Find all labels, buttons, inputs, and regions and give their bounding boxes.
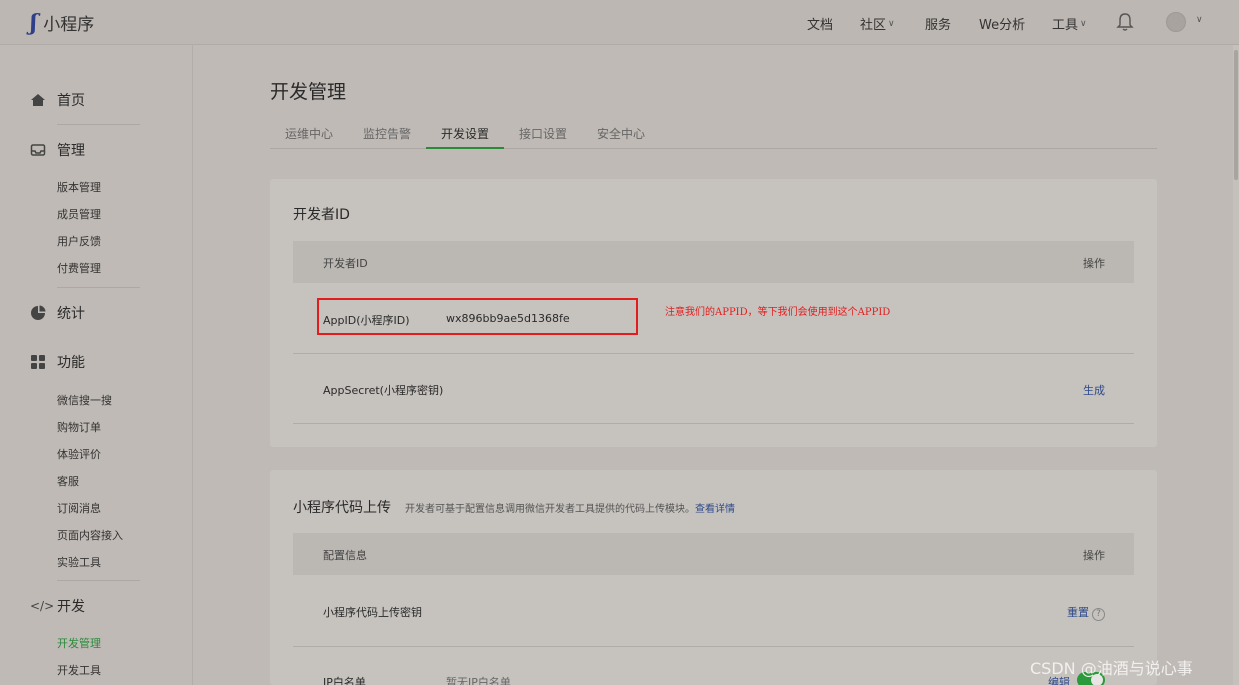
sidebar-item-members[interactable]: 成员管理	[57, 206, 101, 222]
tab-ops-center[interactable]: 运维中心	[285, 125, 333, 142]
home-icon	[31, 94, 45, 106]
pie-chart-icon	[31, 305, 46, 320]
tab-bar: 运维中心 监控告警 开发设置 接口设置 安全中心	[270, 117, 1157, 149]
divider	[293, 423, 1134, 424]
sidebar-item-version[interactable]: 版本管理	[57, 179, 101, 195]
sidebar-item-dev[interactable]: </> 开发	[30, 596, 85, 616]
sidebar-item-label: 首页	[57, 93, 85, 109]
sidebar-item-page-content[interactable]: 页面内容接入	[57, 527, 123, 543]
tab-api-settings[interactable]: 接口设置	[519, 125, 567, 142]
ip-whitelist-value: 暂无IP白名单	[446, 676, 511, 685]
sidebar-item-features[interactable]: 功能	[30, 352, 85, 372]
help-icon[interactable]: ?	[1092, 608, 1105, 621]
sidebar-item-dev-tools[interactable]: 开发工具	[57, 662, 101, 678]
chevron-down-icon: ∨	[1080, 18, 1087, 29]
sidebar-item-customer-service[interactable]: 客服	[57, 473, 79, 489]
appsecret-label: AppSecret(小程序密钥)	[323, 384, 444, 397]
sidebar-item-label: 功能	[57, 355, 85, 371]
nav-community[interactable]: 社区 ∨	[860, 14, 895, 33]
bell-icon[interactable]	[1116, 12, 1134, 32]
view-details-link[interactable]: 查看详情	[695, 504, 735, 515]
nav-services[interactable]: 服务	[925, 14, 951, 33]
chevron-down-icon: ∨	[888, 18, 895, 29]
table-header: 配置信息 操作	[293, 533, 1134, 575]
nav-we-analysis[interactable]: We分析	[979, 14, 1025, 33]
table-header: 开发者ID 操作	[293, 241, 1134, 283]
sidebar-item-dev-manage[interactable]: 开发管理	[57, 635, 101, 651]
column-header: 配置信息	[323, 549, 367, 562]
nav-tools[interactable]: 工具 ∨	[1052, 14, 1087, 33]
scrollbar-thumb[interactable]	[1234, 50, 1238, 180]
sidebar-item-orders[interactable]: 购物订单	[57, 419, 101, 435]
tab-security-center[interactable]: 安全中心	[597, 125, 645, 142]
appid-highlight-box	[317, 298, 638, 335]
sidebar-item-experiments[interactable]: 实验工具	[57, 554, 101, 570]
reset-label: 重置	[1067, 606, 1089, 619]
nav-community-label: 社区	[860, 18, 887, 33]
card-title-row: 小程序代码上传 开发者可基于配置信息调用微信开发者工具提供的代码上传模块。查看详情	[293, 497, 735, 517]
reset-key-link[interactable]: 重置?	[1067, 604, 1105, 621]
avatar[interactable]	[1166, 12, 1186, 32]
sidebar-item-label: 统计	[57, 306, 85, 322]
divider	[57, 580, 140, 581]
sidebar: 首页 管理 版本管理 成员管理 用户反馈 付费管理 统计 功能 微信搜一搜 购物…	[0, 45, 193, 685]
ip-whitelist-label: IP白名单	[323, 676, 366, 685]
nav-docs[interactable]: 文档	[807, 14, 833, 33]
sidebar-item-billing[interactable]: 付费管理	[57, 260, 101, 276]
divider	[57, 124, 140, 125]
column-header: 操作	[1083, 549, 1105, 562]
sidebar-item-stats[interactable]: 统计	[30, 303, 85, 323]
card-title: 小程序代码上传	[293, 500, 391, 516]
sidebar-item-wechat-search[interactable]: 微信搜一搜	[57, 392, 112, 408]
grid-icon	[31, 355, 45, 369]
logo-text: 小程序	[43, 15, 95, 35]
generate-secret-link[interactable]: 生成	[1083, 382, 1105, 398]
sidebar-item-home[interactable]: 首页	[30, 90, 85, 110]
sidebar-item-feedback[interactable]: 用户反馈	[57, 233, 101, 249]
chevron-down-icon[interactable]: ∨	[1196, 15, 1203, 25]
upload-key-label: 小程序代码上传密钥	[323, 606, 422, 619]
card-title: 开发者ID	[293, 207, 350, 223]
code-icon: </>	[30, 599, 55, 613]
column-header: 操作	[1083, 257, 1105, 270]
watermark: CSDN @油酒与说心事	[1030, 659, 1193, 678]
tab-monitoring[interactable]: 监控告警	[363, 125, 411, 142]
active-tab-indicator	[426, 147, 504, 149]
column-header: 开发者ID	[323, 257, 368, 270]
sidebar-item-label: 管理	[57, 143, 85, 159]
sidebar-item-subscriptions[interactable]: 订阅消息	[57, 500, 101, 516]
inbox-icon	[30, 144, 46, 156]
logo[interactable]: ʃ 小程序	[30, 9, 95, 36]
divider	[293, 646, 1134, 647]
tab-dev-settings[interactable]: 开发设置	[441, 125, 489, 142]
top-navigation-bar: ʃ 小程序 文档 社区 ∨ 服务 We分析 工具 ∨ ∨	[0, 0, 1239, 45]
sidebar-item-manage[interactable]: 管理	[30, 140, 85, 160]
card-description: 开发者可基于配置信息调用微信开发者工具提供的代码上传模块。	[405, 504, 695, 515]
sidebar-item-reviews[interactable]: 体验评价	[57, 446, 101, 462]
divider	[57, 287, 140, 288]
sidebar-item-label: 开发	[57, 599, 85, 615]
divider	[293, 353, 1134, 354]
miniprogram-logo-icon: ʃ	[30, 9, 38, 36]
appid-annotation: 注意我们的APPID，等下我们会使用到这个APPID	[665, 307, 891, 318]
page-title: 开发管理	[270, 81, 347, 103]
code-upload-card: 小程序代码上传 开发者可基于配置信息调用微信开发者工具提供的代码上传模块。查看详情…	[270, 470, 1157, 685]
nav-tools-label: 工具	[1052, 18, 1079, 33]
